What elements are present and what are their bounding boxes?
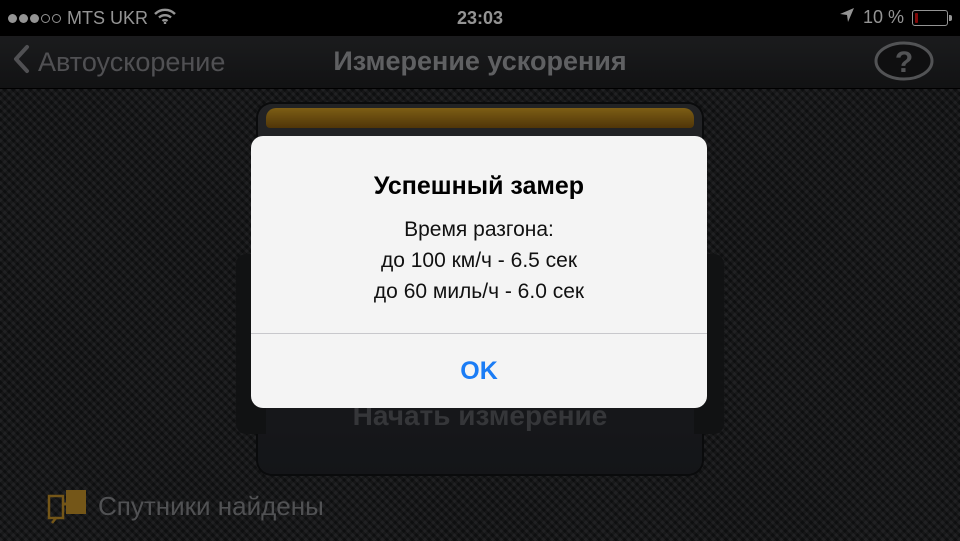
alert-line-kmh: до 100 км/ч - 6.5 сек <box>380 249 578 272</box>
result-alert: Успешный замер Время разгона: до 100 км/… <box>251 136 707 408</box>
alert-line-time: Время разгона: <box>404 218 554 241</box>
alert-line-mph: до 60 миль/ч - 6.0 сек <box>373 280 585 303</box>
ok-button[interactable]: OK <box>251 334 707 408</box>
alert-message: Время разгона: до 100 км/ч - 6.5 сек до … <box>251 214 707 307</box>
alert-title: Успешный замер <box>373 172 585 200</box>
